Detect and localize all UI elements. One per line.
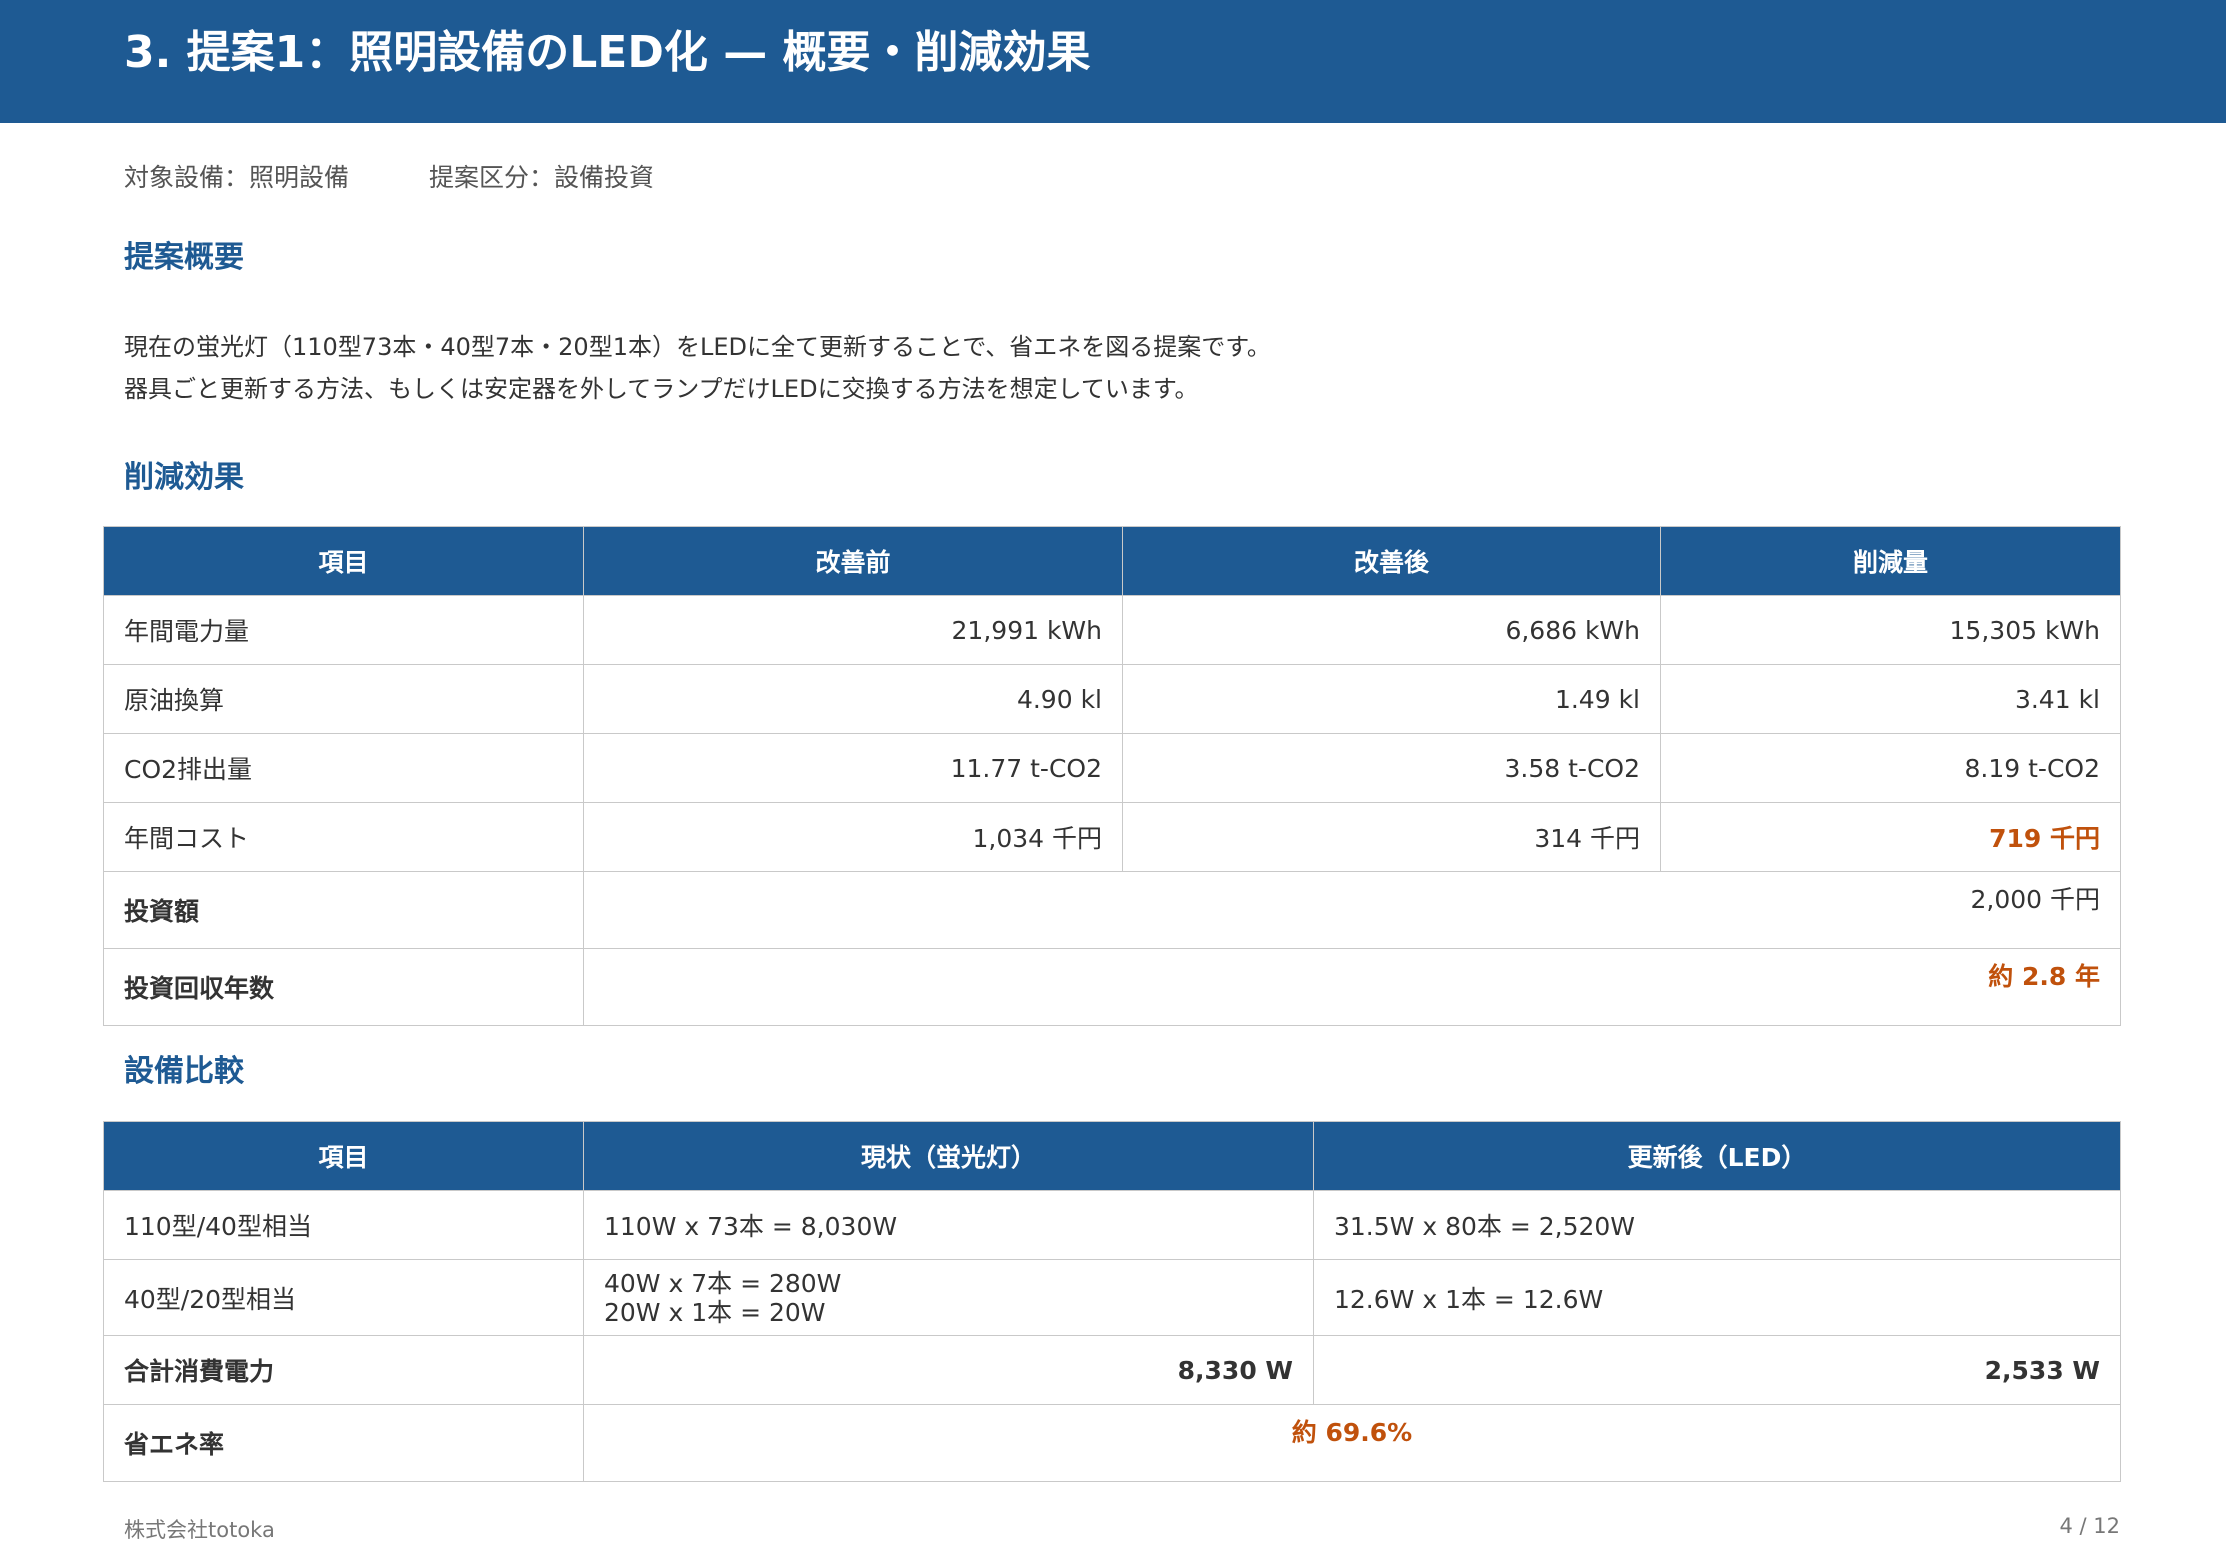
column-header: 項目 [103, 1121, 584, 1191]
column-header: 現状（蛍光灯） [583, 1121, 1314, 1191]
summary-text: 現在の蛍光灯（110型73本・40型7本・20型1本）をLEDに全て更新すること… [124, 326, 1271, 410]
company-name: 株式会社totoka [124, 1518, 275, 1542]
effect-heading: 削減効果 [124, 460, 244, 495]
after-value: 6,686 kWh [1122, 595, 1661, 665]
reduction-value: 3.41 kl [1660, 664, 2121, 734]
proposal-category: 提案区分：設備投資 [429, 163, 655, 192]
column-header: 更新後（LED） [1313, 1121, 2121, 1191]
compare-heading: 設備比較 [124, 1054, 244, 1089]
table-header-row: 項目 改善前 改善後 削減量 [103, 526, 2121, 596]
payback-label: 投資回収年数 [103, 948, 584, 1026]
after-value: 3.58 t-CO2 [1122, 733, 1661, 803]
row-label: 年間コスト [103, 802, 584, 872]
after-value: 314 千円 [1122, 802, 1661, 872]
column-header: 改善後 [1122, 526, 1661, 596]
total-label: 合計消費電力 [103, 1335, 584, 1405]
before-value: 11.77 t-CO2 [583, 733, 1123, 803]
current-spec: 110W x 73本 = 8,030W [583, 1190, 1314, 1260]
row-label: 110型/40型相当 [103, 1190, 584, 1260]
saving-label: 省エネ率 [103, 1404, 584, 1482]
row-label: 原油換算 [103, 664, 584, 734]
current-spec-line: 40W x 7本 = 280W [604, 1268, 842, 1298]
reduction-value: 8.19 t-CO2 [1660, 733, 2121, 803]
table-row: 110型/40型相当 110W x 73本 = 8,030W 31.5W x 8… [103, 1190, 2121, 1260]
before-value: 4.90 kl [583, 664, 1123, 734]
before-value: 21,991 kWh [583, 595, 1123, 665]
table-row: 40型/20型相当 40W x 7本 = 280W 20W x 1本 = 20W… [103, 1259, 2121, 1336]
column-header: 削減量 [1660, 526, 2121, 596]
payback-value: 約 2.8 年 [583, 948, 2121, 1026]
investment-label: 投資額 [103, 871, 584, 949]
after-value: 1.49 kl [1122, 664, 1661, 734]
cost-reduction-value: 719 千円 [1660, 802, 2121, 872]
led-spec: 12.6W x 1本 = 12.6W [1313, 1259, 2121, 1336]
saving-row: 省エネ率 約 69.6% [103, 1404, 2121, 1482]
compare-table: 項目 現状（蛍光灯） 更新後（LED） 110型/40型相当 110W x 73… [103, 1121, 2121, 1482]
total-led: 2,533 W [1313, 1335, 2121, 1405]
row-label: 40型/20型相当 [103, 1259, 584, 1336]
target-equipment: 対象設備：照明設備 [124, 163, 350, 192]
column-header: 改善前 [583, 526, 1123, 596]
reduction-value: 15,305 kWh [1660, 595, 2121, 665]
table-row: 年間電力量 21,991 kWh 6,686 kWh 15,305 kWh [103, 595, 2121, 665]
investment-value: 2,000 千円 [583, 871, 2121, 949]
before-value: 1,034 千円 [583, 802, 1123, 872]
led-spec: 31.5W x 80本 = 2,520W [1313, 1190, 2121, 1260]
summary-heading: 提案概要 [124, 240, 244, 275]
table-row: 年間コスト 1,034 千円 314 千円 719 千円 [103, 802, 2121, 872]
page-number: 4 / 12 [2059, 1514, 2120, 1538]
table-row: CO2排出量 11.77 t-CO2 3.58 t-CO2 8.19 t-CO2 [103, 733, 2121, 803]
table-header-row: 項目 現状（蛍光灯） 更新後（LED） [103, 1121, 2121, 1191]
page-header: 3. 提案1：照明設備のLED化 — 概要・削減効果 [0, 0, 2226, 123]
summary-line: 現在の蛍光灯（110型73本・40型7本・20型1本）をLEDに全て更新すること… [124, 333, 1271, 361]
summary-line: 器具ごと更新する方法、もしくは安定器を外してランプだけLEDに交換する方法を想定… [124, 375, 1199, 403]
row-label: CO2排出量 [103, 733, 584, 803]
saving-value: 約 69.6% [583, 1404, 2121, 1482]
total-current: 8,330 W [583, 1335, 1314, 1405]
page-title: 3. 提案1：照明設備のLED化 — 概要・削減効果 [124, 27, 1091, 78]
payback-row: 投資回収年数 約 2.8 年 [103, 948, 2121, 1026]
effect-table: 項目 改善前 改善後 削減量 年間電力量 21,991 kWh 6,686 kW… [103, 526, 2121, 1026]
table-row: 原油換算 4.90 kl 1.49 kl 3.41 kl [103, 664, 2121, 734]
current-spec-line: 20W x 1本 = 20W [604, 1297, 826, 1327]
column-header: 項目 [103, 526, 584, 596]
investment-row: 投資額 2,000 千円 [103, 871, 2121, 949]
row-label: 年間電力量 [103, 595, 584, 665]
current-spec: 40W x 7本 = 280W 20W x 1本 = 20W [583, 1259, 1314, 1336]
total-row: 合計消費電力 8,330 W 2,533 W [103, 1335, 2121, 1405]
meta-info: 対象設備：照明設備 提案区分：設備投資 [124, 158, 654, 194]
